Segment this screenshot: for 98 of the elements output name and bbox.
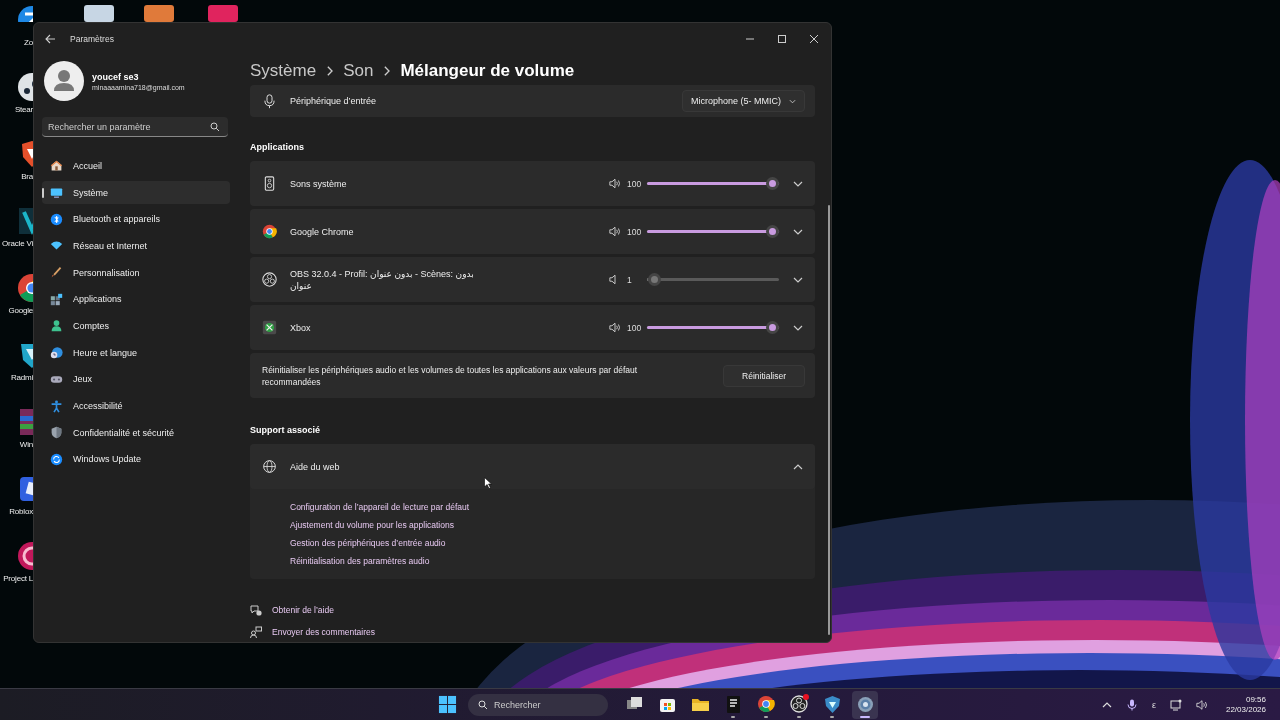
app-name: Google Chrome — [290, 225, 355, 238]
microphone-dropdown[interactable]: Microphone (5- MMIC) — [681, 90, 805, 112]
nav-item[interactable]: Bluetooth et appareils — [42, 207, 230, 232]
windows-start-icon[interactable] — [438, 695, 457, 714]
nav-item[interactable]: Accueil — [42, 154, 230, 178]
person-chat-icon — [250, 626, 262, 638]
volume-reading: 100 — [627, 178, 643, 189]
mouse-pointer-icon — [484, 477, 492, 489]
window-title: Paramètres — [70, 34, 114, 44]
app-shortcut-icon[interactable] — [17, 407, 33, 437]
three-circles-icon — [262, 272, 277, 287]
bluetooth-icon — [50, 212, 63, 226]
speaker-waves-icon[interactable] — [609, 178, 621, 189]
app-shortcut-icon[interactable] — [17, 206, 33, 236]
taskbar-search-field[interactable]: Rechercher — [468, 693, 608, 716]
input-device-label: Périphérique d’entrée — [290, 96, 378, 106]
chevron-icon — [383, 66, 391, 76]
shortcut-label: Zo — [24, 38, 33, 47]
volume-reading: 100 — [627, 322, 643, 333]
browser-icon — [756, 695, 776, 714]
volume-slider[interactable] — [647, 321, 779, 334]
app-name: Xbox — [290, 321, 312, 334]
footer-link[interactable]: Envoyer des commentaires — [272, 627, 375, 637]
shortcut-label: Win — [19, 440, 33, 449]
nav-item[interactable]: Windows Update — [42, 447, 230, 472]
app-name: OBS 32.0.4 - Profil: بدون عنوان - Scènes: بدون عنوان — [290, 267, 475, 292]
app-shortcut-icon[interactable] — [17, 72, 33, 102]
microphone-icon[interactable] — [1125, 698, 1138, 711]
clock-date[interactable]: 22/03/2026 — [1225, 705, 1266, 714]
taskbar-button[interactable] — [852, 690, 878, 719]
help-link[interactable]: Configuration de l’appareil de lecture par défaut — [290, 502, 470, 512]
app-name: Sons système — [290, 177, 348, 190]
update-icon — [50, 452, 63, 466]
search-field[interactable]: Rechercher un paramètre — [42, 117, 228, 137]
breadcrumb-item[interactable]: Système — [250, 61, 317, 81]
volume-slider[interactable] — [647, 273, 779, 286]
input-language[interactable]: ε — [1151, 699, 1156, 710]
volume-slider[interactable] — [647, 177, 779, 190]
shortcut-label: Radmi — [10, 373, 33, 382]
globe-icon — [262, 459, 277, 474]
shortcut-label: Google — [8, 306, 33, 315]
volume-reading: 1 — [627, 274, 633, 285]
nav-item[interactable]: Jeux — [42, 367, 230, 392]
footer-link[interactable]: Obtenir de l’aide — [272, 605, 334, 615]
speaker-waves-icon[interactable] — [609, 226, 621, 237]
shortcut-label: Bra — [21, 172, 33, 181]
help-link[interactable]: Gestion des périphériques d’entrée audio — [290, 538, 446, 548]
chevron-icon — [326, 66, 334, 76]
shortcut-label: Stear — [14, 105, 33, 114]
scrollbar[interactable] — [828, 205, 830, 635]
nav-item[interactable]: Réseau et Internet — [42, 234, 230, 258]
reset-description: Réinitialiser les périphériques audio et les volumes de toutes les applications aux valeurs par défaut recommandées — [262, 363, 639, 388]
chat-question-icon — [250, 604, 262, 616]
account-name: youcef se3 — [92, 71, 140, 82]
avatar — [44, 61, 84, 101]
network-icon[interactable] — [1169, 698, 1182, 711]
shortcut-label: Project L — [3, 574, 33, 583]
apps-icon — [50, 292, 63, 306]
browser-icon — [262, 224, 277, 239]
microphone-icon — [262, 93, 277, 109]
breadcrumb-item: Mélangeur de volume — [400, 61, 575, 81]
three-circles-icon — [789, 695, 809, 714]
app-shortcut-icon[interactable] — [17, 474, 33, 504]
volume-slider[interactable] — [647, 225, 779, 238]
section-heading: Applications — [250, 142, 305, 152]
speaker-icon — [262, 176, 277, 191]
clock-time[interactable]: 09:56 — [1245, 695, 1266, 704]
help-link[interactable]: Réinitialisation des paramètres audio — [290, 556, 430, 566]
accessibility-icon — [50, 399, 63, 413]
nav-item[interactable]: Comptes — [42, 314, 230, 338]
volume-icon[interactable] — [1195, 698, 1208, 711]
brush-icon — [50, 266, 63, 280]
nav-item[interactable]: Applications — [42, 287, 230, 312]
nav-item[interactable]: Heure et langue — [42, 340, 230, 365]
nav-item[interactable]: Accessibilité — [42, 394, 230, 418]
house-icon — [50, 159, 63, 173]
help-link[interactable]: Ajustement du volume pour les applications — [290, 520, 454, 530]
volume-reading: 100 — [627, 226, 643, 237]
shortcut-label: Oracle Vi — [2, 239, 33, 248]
person-icon — [50, 319, 63, 333]
speaker-waves-icon[interactable] — [609, 322, 621, 333]
shield-icon — [50, 426, 63, 440]
close-icon[interactable] — [809, 34, 819, 44]
caret-icon — [789, 98, 796, 104]
reset-button[interactable]: Réinitialiser — [723, 364, 805, 387]
wifi-icon — [50, 239, 63, 253]
search-icon[interactable] — [210, 122, 220, 132]
shield-icon — [822, 695, 842, 714]
nav-item[interactable]: Confidentialité et sécurité — [42, 420, 230, 445]
shortcut-label: Roblox — [9, 507, 33, 516]
section-heading: Support associé — [250, 425, 322, 435]
maximize-icon[interactable] — [777, 34, 787, 44]
breadcrumb-item[interactable]: Son — [343, 61, 374, 81]
monitor-icon — [50, 186, 63, 200]
game-logo-icon — [262, 320, 277, 335]
nav-item[interactable]: Système — [42, 180, 230, 205]
back-arrow-icon[interactable] — [44, 33, 56, 45]
nav-item[interactable]: Personnalisation — [42, 260, 230, 285]
